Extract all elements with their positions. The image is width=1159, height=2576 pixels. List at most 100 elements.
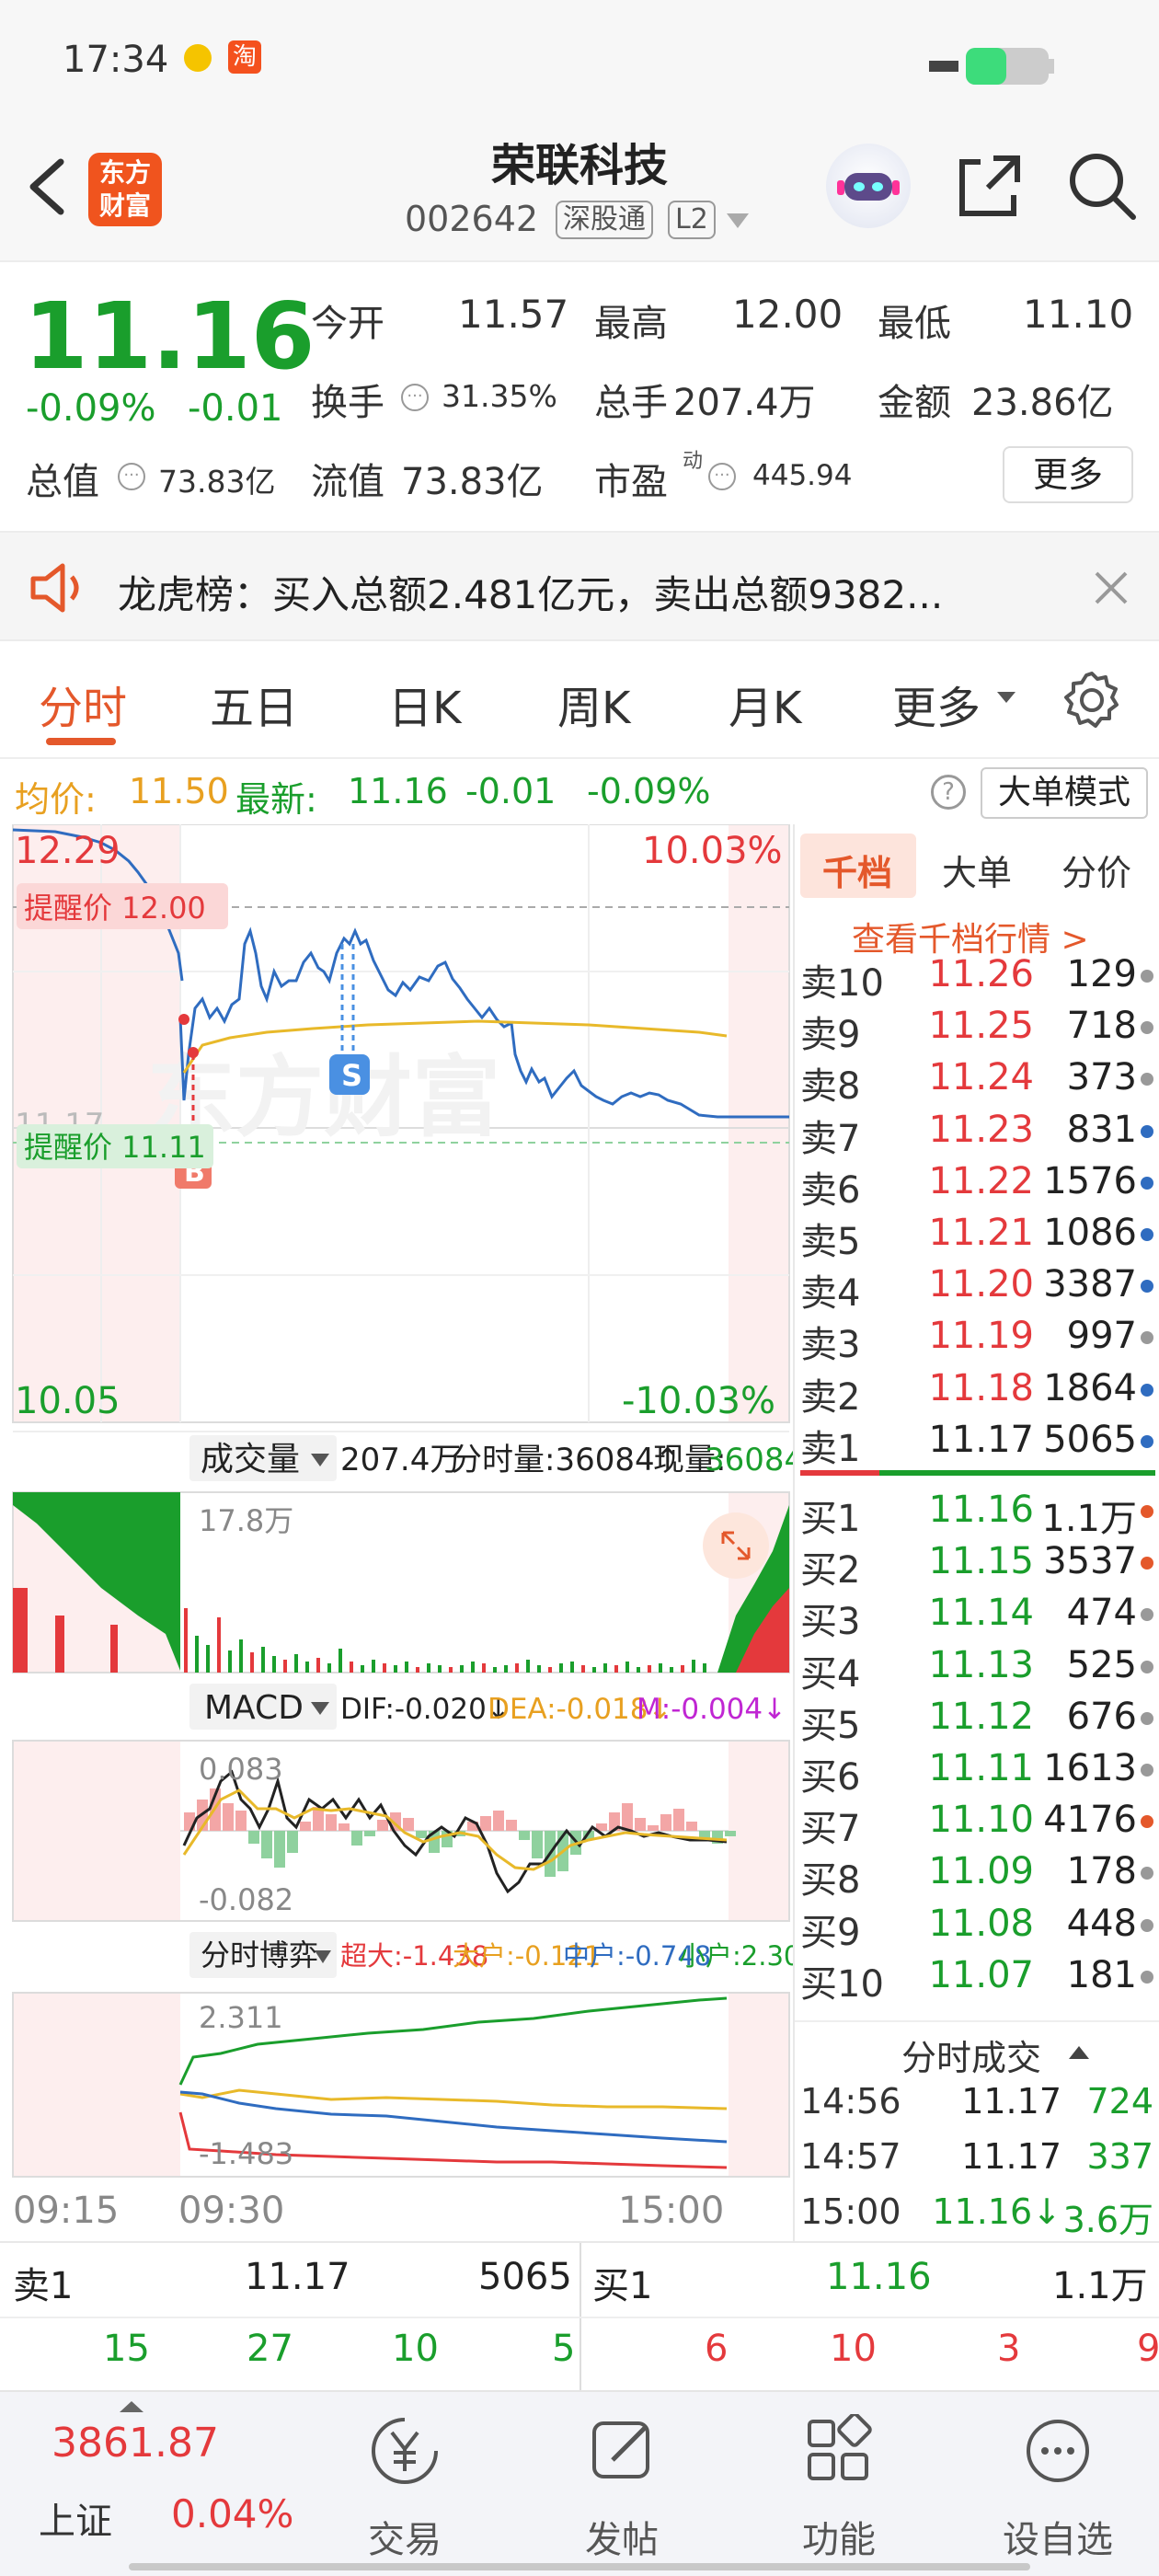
more-dots-icon [1027, 2420, 1089, 2482]
tab-big-orders[interactable]: 大单 [942, 845, 1012, 895]
share-button[interactable] [953, 149, 1027, 223]
status-dot [1141, 1608, 1153, 1622]
tick-volume: 分时量:36084↑ [451, 1442, 681, 1478]
volume-bar [372, 1660, 375, 1673]
macd-bar [326, 1814, 337, 1831]
tab-5day[interactable]: 五日 [210, 672, 298, 736]
close-button[interactable] [1091, 568, 1131, 608]
notice-banner[interactable]: 龙虎榜：买入总额2.481亿元，卖出总额9382... [0, 531, 1159, 641]
sell-queue-item: 15 [103, 2328, 150, 2370]
taobao-icon: 淘 [228, 40, 261, 74]
nav-add-watchlist[interactable]: 设自选 [975, 2401, 1141, 2561]
tab-intraday[interactable]: 分时 [39, 672, 127, 736]
bid-row[interactable]: 买5 11.12 676 [795, 1692, 1159, 1747]
bid-row[interactable]: 买2 11.15 3537 [795, 1536, 1159, 1592]
bid-row[interactable]: 买7 11.10 4176 [795, 1795, 1159, 1850]
nav-trade[interactable]: 交易 [322, 2401, 488, 2561]
more-button[interactable]: 更多 [1003, 446, 1133, 503]
volume-bar [350, 1662, 353, 1673]
volume-bar [294, 1654, 298, 1673]
edit-icon [592, 2421, 649, 2478]
book-level-label: 卖6 [800, 1168, 861, 1212]
book-price: 11.25 [928, 1005, 1034, 1048]
intraday-charts[interactable]: 东方财富 S B 12.29 10.03% 提醒价 12.00 11.17 提醒… [0, 824, 793, 2241]
tab-weekly-k[interactable]: 周K [557, 672, 630, 736]
status-dot [1141, 1280, 1153, 1294]
book-volume: 525 [1066, 1643, 1137, 1686]
info-icon[interactable]: ··· [401, 384, 429, 411]
float-label: 流值 [311, 461, 384, 503]
volume-label: 总手 [594, 382, 668, 424]
open-label: 今开 [311, 303, 384, 345]
ask-row[interactable]: 卖7 11.23 831 [795, 1105, 1159, 1160]
ask-row[interactable]: 卖10 11.26 129 [795, 949, 1159, 1005]
index-name[interactable]: 上证 [39, 2491, 112, 2545]
book-price: 11.09 [928, 1850, 1034, 1893]
nav-post[interactable]: 发帖 [539, 2401, 705, 2561]
trade-list [795, 824, 1159, 843]
bid-row[interactable]: 买4 11.13 525 [795, 1640, 1159, 1696]
book-level-label: 买2 [800, 1549, 861, 1593]
index-value[interactable]: 3861.87 [52, 2420, 219, 2467]
macd-bar [300, 1822, 311, 1831]
turnover-label: 换手 [311, 382, 384, 424]
status-dot [1141, 1434, 1153, 1448]
app-notification-icon [184, 44, 212, 72]
tab-price-distribution[interactable]: 分价 [1061, 845, 1131, 895]
mktcap-label: 总值 [26, 461, 99, 503]
trade-price: 11.17 [961, 2136, 1061, 2177]
search-button[interactable] [1065, 149, 1139, 223]
bottom-nav: 3861.87 上证 0.04% 交易 发帖 功能 设自选 [0, 2390, 1159, 2576]
book-volume: 1086 [1043, 1212, 1137, 1254]
status-dot [1141, 1176, 1153, 1190]
book-level-label: 卖1 [800, 1427, 861, 1470]
tab-qiandang[interactable]: 千档 [822, 845, 892, 895]
trades-title[interactable]: 分时成交 [901, 2030, 1041, 2080]
tab-monthly-k[interactable]: 月K [729, 672, 801, 736]
help-icon[interactable]: ? [931, 775, 966, 810]
ask-row[interactable]: 卖3 11.19 997 [795, 1311, 1159, 1366]
volume-bar [261, 1647, 265, 1673]
dropdown-icon[interactable] [727, 213, 749, 230]
tab-more[interactable]: 更多 [892, 672, 981, 736]
bid-row[interactable]: 买3 11.14 474 [795, 1588, 1159, 1643]
book-level-label: 卖10 [800, 962, 884, 1005]
index-pct[interactable]: 0.04% [171, 2491, 293, 2536]
ask-row[interactable]: 卖5 11.21 1086 [795, 1208, 1159, 1263]
volume-bar [438, 1665, 442, 1673]
bid-row[interactable]: 买6 11.11 1613 [795, 1743, 1159, 1799]
ask-row[interactable]: 卖4 11.20 3387 [795, 1259, 1159, 1315]
volume-bar [283, 1660, 287, 1673]
back-button[interactable] [18, 155, 83, 219]
macd-bar [274, 1831, 285, 1868]
bid-row[interactable]: 买9 11.08 448 [795, 1899, 1159, 1954]
bid-row[interactable]: 买10 11.07 181 [795, 1950, 1159, 2006]
status-time: 17:34 [63, 39, 169, 81]
settings-button[interactable] [1061, 670, 1122, 730]
big-order-mode-button[interactable]: 大单模式 [981, 767, 1148, 819]
ask-row[interactable]: 卖6 11.22 1576 [795, 1156, 1159, 1212]
book-volume: 3537 [1043, 1540, 1137, 1583]
ask-row[interactable]: 卖9 11.25 718 [795, 1001, 1159, 1056]
ask-row[interactable]: 卖1 11.17 5065 [795, 1415, 1159, 1470]
volume-bar [394, 1665, 397, 1673]
tag-connect: 深股通 [556, 201, 653, 239]
tab-daily-k[interactable]: 日K [388, 672, 461, 736]
book-price: 11.08 [928, 1902, 1034, 1945]
robot-assistant-icon[interactable] [826, 144, 911, 228]
volume-bar [592, 1667, 596, 1673]
ask-row[interactable]: 卖8 11.24 373 [795, 1052, 1159, 1108]
flow-dropdown: 分时博弈 [201, 1938, 318, 1972]
ask-row[interactable]: 卖2 11.18 1864 [795, 1363, 1159, 1419]
info-icon[interactable]: ··· [708, 463, 736, 490]
book-volume: 1576 [1043, 1159, 1137, 1202]
bid-row[interactable]: 买1 11.16 1.1万 [795, 1485, 1159, 1540]
book-level-label: 卖4 [800, 1272, 861, 1316]
buy-queue-item: 6 [705, 2328, 729, 2370]
nav-functions[interactable]: 功能 [756, 2401, 922, 2561]
bid-row[interactable]: 买8 11.09 178 [795, 1846, 1159, 1902]
book-volume: 5065 [1043, 1418, 1137, 1461]
active-tab-indicator [46, 738, 116, 745]
info-icon[interactable]: ··· [118, 463, 145, 490]
macd-bar [673, 1809, 684, 1831]
